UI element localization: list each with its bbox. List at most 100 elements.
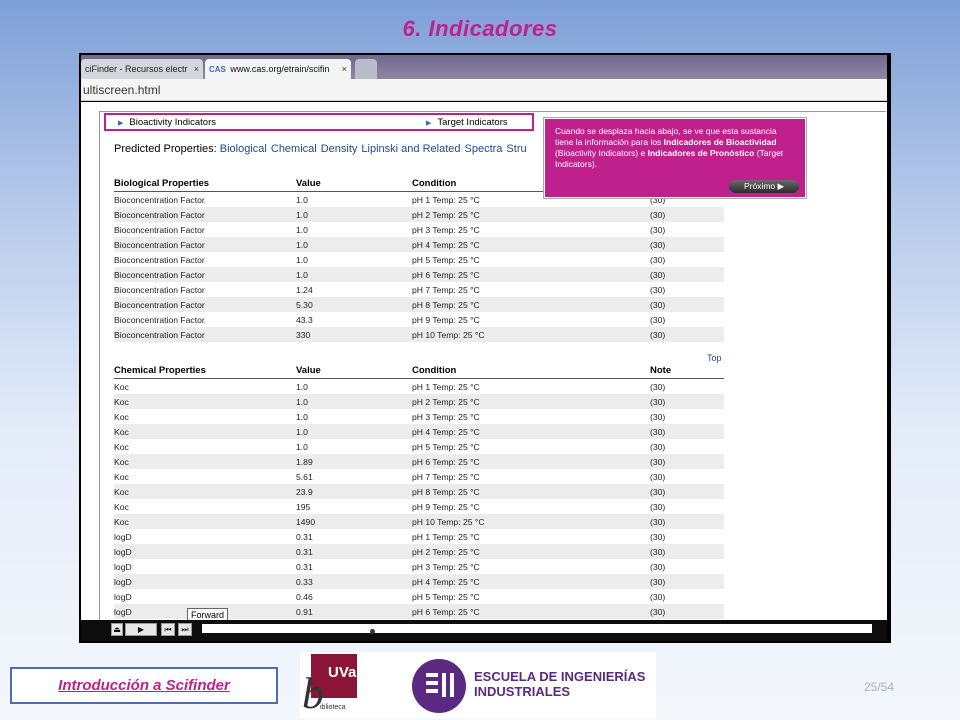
table-cell: 1.89 [296, 454, 412, 469]
table-cell: pH 2 Temp: 25 °C [412, 394, 650, 409]
uva-library-logo: UVa b iblioteca [300, 652, 364, 718]
table-cell: 1.24 [296, 284, 313, 295]
table-cell: (30) [650, 297, 724, 312]
table-row: Bioconcentration Factor 43.3 pH 9 Temp: 25… [114, 312, 724, 327]
link-structure[interactable]: Stru [506, 143, 526, 155]
table-cell: 5.61 [296, 471, 313, 482]
eii-logo-text: ESCUELA DE INGENIERÍAS INDUSTRIALES [474, 669, 645, 699]
table-cell: Bioconcentration Factor [114, 297, 296, 312]
browser-tab-bar: ciFinder - Recursos electr × CAS www.cas… [81, 55, 887, 79]
table-cell: Koc [114, 441, 129, 452]
table-cell: Bioconcentration Factor [114, 237, 296, 252]
column-header: Chemical Properties [114, 363, 296, 379]
table-cell: Bioconcentration Factor [114, 267, 296, 282]
table-row: Bioconcentration Factor 1.0 pH 6 Temp: 25 … [114, 267, 724, 282]
table-cell: (30) [650, 207, 724, 222]
link-lipinski[interactable]: Lipinski and Related [361, 143, 460, 155]
next-button[interactable]: Próximo ▶ [729, 180, 799, 193]
uva-subtitle: iblioteca [320, 704, 346, 711]
screenshot-frame: ciFinder - Recursos electr × CAS www.cas… [79, 53, 891, 643]
table-row: Bioconcentration Factor 1.0 pH 2 Temp: 25 … [114, 207, 724, 222]
column-header: Condition [412, 363, 650, 379]
table-cell: (30) [650, 381, 666, 392]
bioactivity-indicators-link[interactable]: ▶ Bioactivity Indicators [118, 117, 216, 128]
link-density[interactable]: Density [321, 143, 358, 155]
table-row: Koc 1.0 pH 5 Temp: 25 °C (30) [114, 439, 724, 454]
link-chemical[interactable]: Chemical [271, 143, 317, 155]
table-cell: pH 6 Temp: 25 °C [412, 454, 650, 469]
table-row: Bioconcentration Factor 1.0 pH 4 Temp: 25 … [114, 237, 724, 252]
table-row: Bioconcentration Factor 1.0 pH 3 Temp: 25 … [114, 222, 724, 237]
progress-handle[interactable] [369, 629, 375, 634]
new-tab-button[interactable] [355, 59, 377, 79]
link-spectra[interactable]: Spectra [465, 143, 503, 155]
table-cell: (30) [650, 237, 724, 252]
table-cell: logD [114, 561, 132, 572]
target-indicators-link[interactable]: ▶ Target Indicators [426, 117, 508, 128]
table-row: Koc 23.9 pH 8 Temp: 25 °C (30) [114, 484, 724, 499]
top-link[interactable]: Top [707, 353, 722, 363]
link-biological[interactable]: Biological [220, 143, 267, 155]
address-bar[interactable]: ultiscreen.html [81, 79, 887, 101]
biological-properties-table: Biological Properties Value Condition Bi… [114, 176, 724, 342]
table-cell: pH 4 Temp: 25 °C [412, 237, 650, 252]
table-cell: logD [114, 591, 132, 602]
table-cell: pH 2 Temp: 25 °C [412, 544, 650, 559]
table-cell: 1.0 [296, 207, 412, 222]
close-icon[interactable]: × [194, 59, 199, 79]
table-cell: (30) [650, 314, 666, 325]
tab-label: ciFinder - Recursos electr [85, 64, 188, 74]
browser-tab-scifinder[interactable]: ciFinder - Recursos electr × [81, 59, 203, 79]
table-cell: pH 5 Temp: 25 °C [412, 591, 480, 602]
table-cell: (30) [650, 471, 666, 482]
table-cell: logD [114, 544, 296, 559]
table-cell: pH 1 Temp: 25 °C [412, 381, 480, 392]
table-cell: (30) [650, 454, 724, 469]
slide-title: 6. Indicadores [402, 16, 558, 41]
browser-tab-cas[interactable]: CAS www.cas.org/etrain/scifin × [205, 59, 351, 79]
table-cell: pH 10 Temp: 25 °C [412, 514, 650, 529]
uva-b: b [302, 669, 324, 718]
rewind-icon[interactable]: ⏮ [161, 623, 175, 636]
table-cell: pH 7 Temp: 25 °C [412, 284, 480, 295]
table-cell: Bioconcentration Factor [114, 314, 205, 325]
play-button[interactable]: ▶ [125, 623, 157, 636]
table-cell: Koc [114, 471, 129, 482]
predicted-label: Predicted Properties: [114, 143, 217, 155]
table-row: logD 0.33 pH 4 Temp: 25 °C (30) [114, 574, 724, 589]
table-row: Bioconcentration Factor 1.24 pH 7 Temp: 25… [114, 282, 724, 297]
table-cell: pH 6 Temp: 25 °C [412, 267, 650, 282]
table-cell: pH 4 Temp: 25 °C [412, 424, 650, 439]
player-controls: ⏏ ▶ ⏮ ⏭ [81, 620, 887, 641]
table-cell: 1.0 [296, 381, 308, 392]
triangle-right-icon: ▶ [426, 120, 432, 127]
exit-icon[interactable]: ⏏ [111, 623, 123, 636]
eii-line2: INDUSTRIALES [474, 684, 571, 699]
table-cell: pH 4 Temp: 25 °C [412, 574, 650, 589]
forward-icon[interactable]: ⏭ [178, 623, 192, 636]
progress-bar[interactable] [202, 624, 872, 633]
table-cell: 5.30 [296, 297, 412, 312]
column-header: Note [650, 363, 724, 379]
table-cell: 0.46 [296, 591, 313, 602]
table-cell: Koc [114, 514, 296, 529]
close-icon[interactable]: × [342, 59, 347, 79]
table-cell: 1.0 [296, 254, 308, 265]
table-cell: logD [114, 574, 296, 589]
table-cell: pH 8 Temp: 25 °C [412, 297, 650, 312]
callout-text: (Bioactivity Indicators) e [555, 148, 648, 158]
table-cell: Koc [114, 394, 296, 409]
table-cell: pH 6 Temp: 25 °C [412, 604, 650, 619]
table-cell: Koc [114, 484, 296, 499]
table-row: Koc 1.0 pH 1 Temp: 25 °C (30) [114, 379, 724, 395]
bioactivity-label: Bioactivity Indicators [129, 117, 216, 128]
table-cell: pH 3 Temp: 25 °C [412, 561, 480, 572]
table-cell: (30) [650, 327, 724, 342]
table-cell: 330 [296, 327, 412, 342]
table-cell: Koc [114, 501, 129, 512]
table-cell: (30) [650, 501, 666, 512]
indicators-highlight: ▶ Bioactivity Indicators ▶ Target Indicato… [104, 113, 534, 131]
table-cell: Koc [114, 411, 129, 422]
tutorial-frame: ▶ Bioactivity Indicators ▶ Target Indicato… [99, 111, 886, 620]
table-cell: 195 [296, 501, 311, 512]
